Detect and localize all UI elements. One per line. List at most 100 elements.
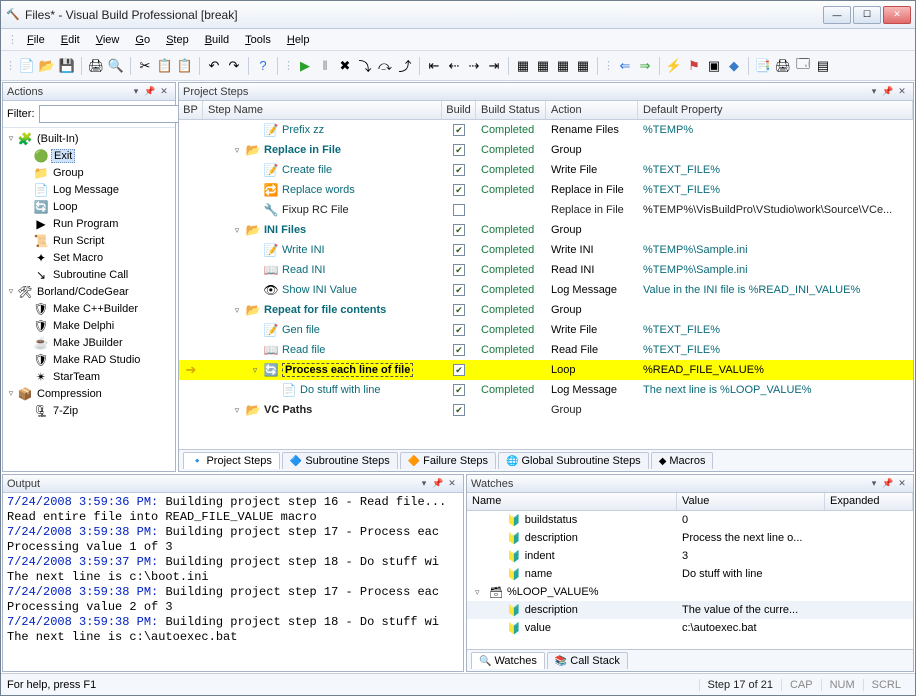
pin-icon[interactable]: 📌 <box>143 86 157 98</box>
build-checkbox[interactable]: ✔ <box>453 244 465 256</box>
grid4-icon[interactable]: ▦ <box>574 57 592 75</box>
new-icon[interactable]: 📄 <box>18 57 36 75</box>
action-item[interactable]: 🟢Exit <box>3 147 175 164</box>
open-icon[interactable]: 📂 <box>38 57 56 75</box>
tab-watches[interactable]: 🔍Watches <box>471 652 545 669</box>
goto-first-icon[interactable]: ⇤ <box>425 57 443 75</box>
build-checkbox[interactable]: ✔ <box>453 224 465 236</box>
goto-next-icon[interactable]: ⇢ <box>465 57 483 75</box>
watch-row[interactable]: 🔰indent3 <box>467 547 913 565</box>
step-out-icon[interactable]: ⤴ <box>396 57 414 75</box>
close-button[interactable]: ✕ <box>883 6 911 24</box>
step-row[interactable]: 📝Write INI✔CompletedWrite INI%TEMP%\Samp… <box>179 240 913 260</box>
build-checkbox[interactable]: ✔ <box>453 304 465 316</box>
diamond-icon[interactable]: ◆ <box>725 57 743 75</box>
tab-call-stack[interactable]: 📚Call Stack <box>547 652 628 669</box>
menu-build[interactable]: Build <box>197 32 237 48</box>
grid2-icon[interactable]: ▦ <box>534 57 552 75</box>
tab-project-steps[interactable]: 🔹Project Steps <box>183 452 280 469</box>
grid1-icon[interactable]: ▦ <box>514 57 532 75</box>
menu-step[interactable]: Step <box>158 32 197 48</box>
tab-failure-steps[interactable]: 🔶Failure Steps <box>400 452 496 469</box>
pause-icon[interactable]: ‖ <box>316 57 334 75</box>
save-icon[interactable]: 💾 <box>58 57 76 75</box>
build-checkbox[interactable]: ✔ <box>453 264 465 276</box>
dropdown-icon[interactable]: ▾ <box>129 86 143 98</box>
col-name[interactable]: Name <box>467 493 677 510</box>
build-checkbox[interactable]: ✔ <box>453 284 465 296</box>
watch-row[interactable]: 🔰valuec:\autoexec.bat <box>467 619 913 637</box>
col-value[interactable]: Value <box>677 493 825 510</box>
bolt-icon[interactable]: ⚡ <box>665 57 683 75</box>
goto-last-icon[interactable]: ⇥ <box>485 57 503 75</box>
menu-go[interactable]: Go <box>127 32 158 48</box>
step-row[interactable]: ▿📂Repeat for file contents✔CompletedGrou… <box>179 300 913 320</box>
action-item[interactable]: ☕Make JBuilder <box>3 334 175 351</box>
dropdown-icon[interactable]: ▾ <box>867 478 881 490</box>
tab-macros[interactable]: ◆Macros <box>651 452 714 469</box>
watch-row[interactable]: 🔰descriptionThe value of the curre... <box>467 601 913 619</box>
action-item[interactable]: 🛡Make Delphi <box>3 317 175 334</box>
help-icon[interactable]: ? <box>254 57 272 75</box>
window-icon[interactable]: 🗔 <box>794 57 812 75</box>
step-row[interactable]: 📖Read INI✔CompletedRead INI%TEMP%\Sample… <box>179 260 913 280</box>
menu-tools[interactable]: Tools <box>237 32 279 48</box>
step-row[interactable]: 📝Create file✔CompletedWrite File%TEXT_FI… <box>179 160 913 180</box>
action-item[interactable]: 🛡Make RAD Studio <box>3 351 175 368</box>
col-action[interactable]: Action <box>546 101 638 119</box>
col-buildstatus[interactable]: Build Status <box>476 101 546 119</box>
maximize-button[interactable]: ☐ <box>853 6 881 24</box>
col-bp[interactable]: BP <box>179 101 203 119</box>
action-item[interactable]: ✴StarTeam <box>3 368 175 385</box>
print-icon[interactable]: 🖨 <box>87 57 105 75</box>
action-item[interactable]: ▿🧩(Built-In) <box>3 130 175 147</box>
menu-view[interactable]: View <box>88 32 128 48</box>
step-row[interactable]: ▿📂INI Files✔CompletedGroup <box>179 220 913 240</box>
paste-icon[interactable]: 📋 <box>176 57 194 75</box>
build-checkbox[interactable]: ✔ <box>453 324 465 336</box>
close-icon[interactable]: ✕ <box>895 86 909 98</box>
action-item[interactable]: 📄Log Message <box>3 181 175 198</box>
action-item[interactable]: 🛡Make C++Builder <box>3 300 175 317</box>
step-over-icon[interactable]: ⤼ <box>376 57 394 75</box>
filter-input[interactable] <box>39 105 189 123</box>
build-checkbox[interactable]: ✔ <box>453 384 465 396</box>
step-row[interactable]: ▿📂VC Paths✔Group <box>179 400 913 420</box>
step-row[interactable]: 👁Show INI Value✔CompletedLog MessageValu… <box>179 280 913 300</box>
action-item[interactable]: ✦Set Macro <box>3 249 175 266</box>
action-item[interactable]: 🔄Loop <box>3 198 175 215</box>
play-icon[interactable]: ▶ <box>296 57 314 75</box>
check-icon[interactable]: ▣ <box>705 57 723 75</box>
col-expanded[interactable]: Expanded <box>825 493 913 510</box>
build-checkbox[interactable]: ✔ <box>453 164 465 176</box>
grid3-icon[interactable]: ▦ <box>554 57 572 75</box>
cut-icon[interactable]: ✂ <box>136 57 154 75</box>
close-icon[interactable]: ✕ <box>445 478 459 490</box>
step-into-icon[interactable]: ⤵ <box>356 57 374 75</box>
build-checkbox[interactable]: ✔ <box>453 124 465 136</box>
tab-global-subroutine-steps[interactable]: 🌐Global Subroutine Steps <box>498 452 649 469</box>
close-icon[interactable]: ✕ <box>157 86 171 98</box>
menu-help[interactable]: Help <box>279 32 318 48</box>
steps-grid-body[interactable]: 📝Prefix zz✔CompletedRename Files%TEMP% ▿📂… <box>179 120 913 449</box>
output-body[interactable]: 7/24/2008 3:59:36 PM: Building project s… <box>3 493 463 671</box>
action-item[interactable]: ▿📦Compression <box>3 385 175 402</box>
action-item[interactable]: ▿🛠Borland/CodeGear <box>3 283 175 300</box>
step-row[interactable]: 📄Do stuff with line✔CompletedLog Message… <box>179 380 913 400</box>
watch-row[interactable]: 🔰buildstatus0 <box>467 511 913 529</box>
layout-icon[interactable]: ▤ <box>814 57 832 75</box>
watch-row[interactable]: 🔰nameDo stuff with line <box>467 565 913 583</box>
build-checkbox[interactable]: ✔ <box>453 344 465 356</box>
step-row[interactable]: 📝Prefix zz✔CompletedRename Files%TEMP% <box>179 120 913 140</box>
build-checkbox[interactable]: ✔ <box>453 184 465 196</box>
step-row[interactable]: 🔧Fixup RC FileReplace in File%TEMP%\VisB… <box>179 200 913 220</box>
step-row[interactable]: 📖Read file✔CompletedRead File%TEXT_FILE% <box>179 340 913 360</box>
copy-icon[interactable]: 📋 <box>156 57 174 75</box>
copy2-icon[interactable]: 📑 <box>754 57 772 75</box>
print2-icon[interactable]: 🖨 <box>774 57 792 75</box>
tab-subroutine-steps[interactable]: 🔷Subroutine Steps <box>282 452 398 469</box>
goto-prev-icon[interactable]: ⇠ <box>445 57 463 75</box>
watch-row[interactable]: ▿🗃%LOOP_VALUE% <box>467 583 913 601</box>
minimize-button[interactable]: — <box>823 6 851 24</box>
action-item[interactable]: 📁Group <box>3 164 175 181</box>
